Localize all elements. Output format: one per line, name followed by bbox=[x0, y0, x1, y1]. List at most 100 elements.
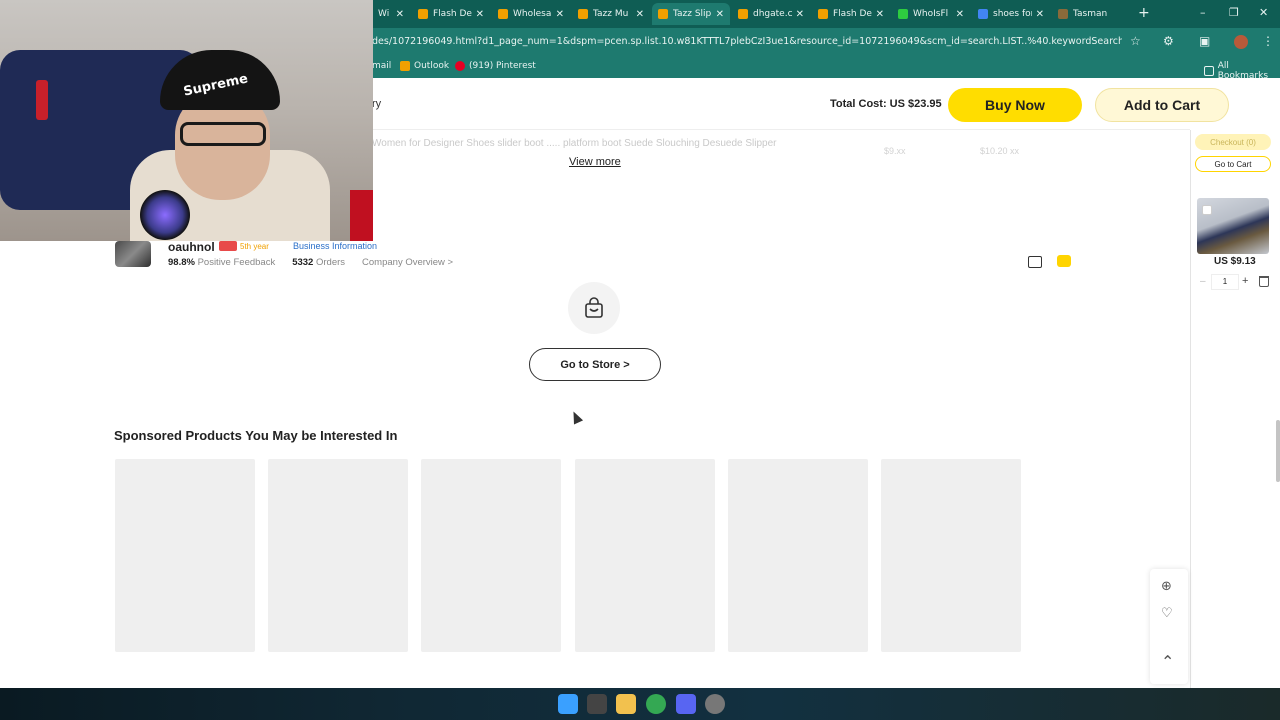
tab-close-icon[interactable]: ✕ bbox=[476, 9, 484, 20]
tab-close-icon[interactable]: ✕ bbox=[636, 9, 644, 20]
browser-tab[interactable]: Tazz Mu ✕ bbox=[572, 3, 650, 25]
taskbar-files-icon[interactable] bbox=[616, 694, 636, 714]
browser-tab[interactable]: Wholesal ✕ bbox=[492, 3, 570, 25]
shopping-bag-icon bbox=[568, 282, 620, 334]
browser-tab[interactable]: dhgate.c ✕ bbox=[732, 3, 810, 25]
page-scrollbar[interactable] bbox=[1276, 420, 1280, 482]
tab-close-icon[interactable]: ✕ bbox=[556, 9, 564, 20]
chat-icon[interactable] bbox=[1057, 255, 1071, 267]
browser-tab[interactable]: Wi ✕ bbox=[372, 3, 410, 25]
folder-icon bbox=[1204, 66, 1214, 76]
bookmark-pinterest[interactable]: (919) Pinterest bbox=[455, 61, 536, 71]
year-badge: 5th year bbox=[240, 241, 269, 251]
close-window-button[interactable]: ✕ bbox=[1259, 6, 1268, 19]
browser-tab[interactable]: shoes for ✕ bbox=[972, 3, 1050, 25]
total-cost: Total Cost: US $23.95 bbox=[830, 98, 942, 110]
cart-item-checkbox[interactable] bbox=[1202, 205, 1212, 215]
faded-col-price: $9.xx bbox=[884, 146, 906, 156]
webcam-bottle bbox=[36, 80, 48, 120]
faded-col-price-2: $10.20 xx bbox=[980, 146, 1020, 156]
feedback-value: 98.8% bbox=[168, 257, 195, 268]
tab-label: Tazz Slip bbox=[673, 9, 712, 19]
profile-avatar[interactable] bbox=[1234, 35, 1248, 49]
product-card-placeholder[interactable] bbox=[421, 459, 561, 652]
orders-label: Orders bbox=[315, 257, 346, 268]
browser-tab[interactable]: Tazz Slip ✕ bbox=[652, 3, 730, 25]
new-tab-button[interactable]: + bbox=[1138, 5, 1150, 21]
orders-value: 5332 bbox=[292, 257, 314, 268]
browser-tab[interactable]: Flash De ✕ bbox=[812, 3, 890, 25]
quantity-input[interactable]: 1 bbox=[1211, 274, 1239, 290]
seller-avatar[interactable] bbox=[115, 241, 151, 267]
product-card-placeholder[interactable] bbox=[575, 459, 715, 652]
tab-close-icon[interactable]: ✕ bbox=[876, 9, 884, 20]
extensions-icon[interactable]: ⚙ bbox=[1163, 34, 1174, 48]
product-card-placeholder[interactable] bbox=[728, 459, 868, 652]
tab-label: Flash De bbox=[833, 9, 872, 19]
feedback-label: Positive Feedback bbox=[197, 257, 276, 268]
tab-close-icon[interactable]: ✕ bbox=[396, 9, 404, 20]
bookmark-mail[interactable]: mail bbox=[372, 61, 391, 71]
store-icon[interactable] bbox=[1028, 256, 1042, 268]
product-card-placeholder[interactable] bbox=[115, 459, 255, 652]
all-bookmarks-label: All Bookmarks bbox=[1217, 61, 1269, 81]
faded-product-title: Women for Designer Shoes slider boot ...… bbox=[372, 138, 777, 149]
browser-menu-icon[interactable]: ⋮ bbox=[1262, 34, 1274, 48]
restore-button[interactable]: ❐ bbox=[1229, 6, 1239, 19]
tab-label: Wholesal bbox=[513, 9, 552, 19]
wishlist-heart-icon[interactable]: ♡ bbox=[1161, 606, 1173, 621]
tab-label: Flash De bbox=[433, 9, 472, 19]
go-to-store-button[interactable]: Go to Store > bbox=[529, 348, 661, 381]
windows-taskbar bbox=[0, 688, 1280, 720]
screenshot-icon[interactable]: ▣ bbox=[1199, 34, 1210, 48]
browser-tab[interactable]: Tasman bbox=[1052, 3, 1130, 25]
tab-close-icon[interactable]: ✕ bbox=[1036, 9, 1044, 20]
product-card-placeholder[interactable] bbox=[268, 459, 408, 652]
taskbar-discord-icon[interactable] bbox=[676, 694, 696, 714]
taskbar-obs-icon[interactable] bbox=[705, 694, 725, 714]
seller-name[interactable]: oauhnol bbox=[168, 240, 215, 254]
bookmark-label: Outlook bbox=[414, 61, 450, 71]
bookmark-star-icon[interactable]: ☆ bbox=[1130, 34, 1141, 48]
tab-favicon-icon bbox=[418, 9, 428, 19]
webcam-glasses bbox=[180, 122, 266, 146]
taskbar-start-icon[interactable] bbox=[558, 694, 578, 714]
url-field[interactable]: des/1072196049.html?d1_page_num=1&dspm=p… bbox=[372, 36, 1122, 47]
mouse-cursor-icon bbox=[568, 409, 584, 425]
tab-favicon-icon bbox=[578, 9, 588, 19]
quantity-increase-button[interactable]: + bbox=[1242, 275, 1248, 287]
orders-count: 5332 Orders bbox=[292, 257, 345, 268]
tab-favicon-icon bbox=[1058, 9, 1068, 19]
webcam-red-object bbox=[350, 190, 373, 241]
browser-tab[interactable]: Flash De ✕ bbox=[412, 3, 490, 25]
buy-now-button[interactable]: Buy Now bbox=[948, 88, 1082, 122]
back-to-top-icon[interactable]: ⌃ bbox=[1161, 652, 1174, 671]
browser-tab[interactable]: WhoIsFl ✕ bbox=[892, 3, 970, 25]
bag-svg bbox=[585, 297, 603, 318]
tab-close-icon[interactable]: ✕ bbox=[796, 9, 804, 20]
go-to-cart-button[interactable]: Go to Cart bbox=[1195, 156, 1271, 172]
all-bookmarks[interactable]: All Bookmarks bbox=[1204, 61, 1280, 81]
sponsored-products-heading: Sponsored Products You May be Interested… bbox=[114, 428, 398, 443]
checkout-button[interactable]: Checkout (0) bbox=[1195, 134, 1271, 150]
trash-icon[interactable] bbox=[1259, 276, 1269, 287]
seller-level-badge bbox=[219, 241, 237, 251]
business-information-link[interactable]: Business Information bbox=[293, 241, 377, 251]
tab-favicon-icon bbox=[658, 9, 668, 19]
company-overview-link[interactable]: Company Overview > bbox=[362, 257, 453, 268]
taskbar-chrome-icon[interactable] bbox=[646, 694, 666, 714]
add-to-cart-button[interactable]: Add to Cart bbox=[1095, 88, 1229, 122]
bookmark-outlook[interactable]: Outlook bbox=[400, 61, 449, 71]
taskbar-search-icon[interactable] bbox=[587, 694, 607, 714]
tab-close-icon[interactable]: ✕ bbox=[716, 9, 724, 20]
quantity-decrease-button[interactable]: – bbox=[1200, 276, 1206, 287]
add-icon[interactable]: ⊕ bbox=[1161, 579, 1172, 594]
seller-stats: 98.8% Positive Feedback 5332 Orders Comp… bbox=[168, 257, 453, 268]
view-more-link[interactable]: View more bbox=[569, 156, 621, 168]
tab-favicon-icon bbox=[978, 9, 988, 19]
tab-close-icon[interactable]: ✕ bbox=[956, 9, 964, 20]
tab-label: WhoIsFl bbox=[913, 9, 949, 19]
seller-badges: 5th year bbox=[219, 241, 269, 251]
minimize-button[interactable]: – bbox=[1200, 6, 1206, 19]
product-card-placeholder[interactable] bbox=[881, 459, 1021, 652]
